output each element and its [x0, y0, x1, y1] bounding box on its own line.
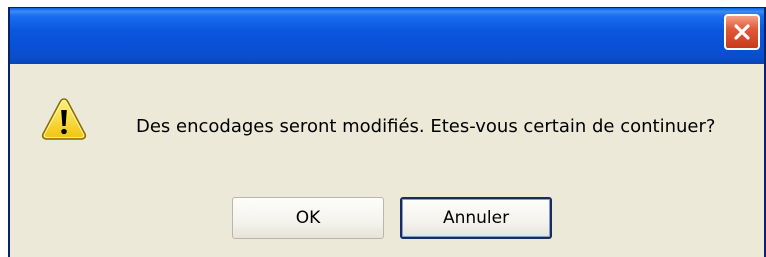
ok-button[interactable]: OK — [232, 197, 384, 239]
confirm-dialog: Des encodages seront modifiés. Etes-vous… — [8, 7, 766, 257]
title-bar[interactable] — [10, 8, 764, 64]
warning-icon — [41, 98, 87, 140]
dialog-message: Des encodages seront modifiés. Etes-vous… — [136, 116, 716, 137]
close-button[interactable] — [724, 14, 760, 50]
cancel-button[interactable]: Annuler — [400, 197, 552, 239]
dialog-body: Des encodages seront modifiés. Etes-vous… — [10, 64, 764, 257]
close-icon — [734, 24, 750, 40]
